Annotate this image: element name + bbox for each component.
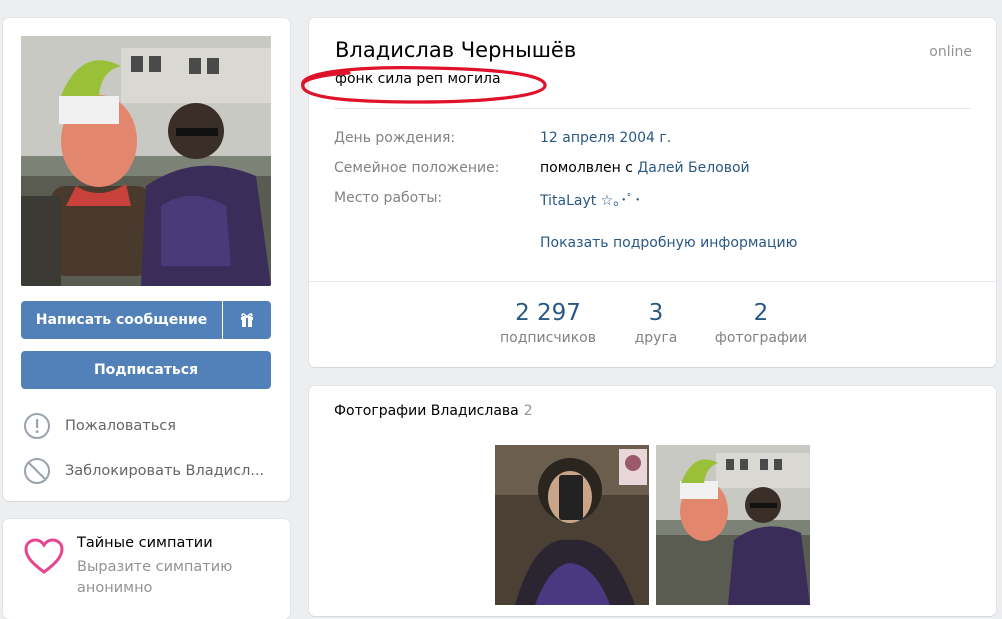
avatar-image: [21, 36, 271, 286]
profile-info-card: Владислав Чернышёв online фонк сила реп …: [301, 18, 996, 367]
counter-photos[interactable]: 2 фотографии: [713, 298, 809, 348]
family-status-text: помолвлен с Далей Беловой: [540, 160, 750, 182]
info-row-work: Место работы: TitaLayt ☆｡･ﾟ･: [334, 190, 641, 212]
photos-count: 2: [523, 403, 533, 419]
photo-image: [656, 445, 810, 605]
photos-card: Фотографии Владислава 2: [309, 386, 996, 616]
secret-sympathy-card[interactable]: Тайные симпатии Выразите симпатию аноним…: [3, 519, 290, 619]
divider: [334, 108, 971, 109]
counter-value: 2 297: [515, 300, 581, 326]
divider: [309, 281, 996, 282]
workplace-link[interactable]: TitaLayt ☆｡･ﾟ･: [540, 190, 641, 212]
photo-image: [495, 445, 649, 605]
counter-followers[interactable]: 2 297 подписчиков: [497, 298, 599, 348]
counter-value: 3: [648, 300, 664, 326]
block-label: Заблокировать Владисл...: [65, 463, 265, 479]
counter-friends[interactable]: 3 друга: [627, 298, 685, 348]
subscribe-button[interactable]: Подписаться: [21, 351, 271, 389]
show-more-info-link[interactable]: Показать подробную информацию: [540, 235, 797, 251]
sympathy-title: Тайные симпатии: [77, 535, 213, 551]
block-action[interactable]: Заблокировать Владисл...: [23, 456, 264, 486]
block-icon: [24, 458, 50, 484]
counter-label: друга: [634, 330, 678, 346]
birthday-link[interactable]: 12 апреля 2004 г.: [540, 130, 671, 152]
family-status-prefix: помолвлен с: [540, 160, 638, 176]
photo-thumbnail[interactable]: [656, 445, 810, 605]
partner-link[interactable]: Далей Беловой: [637, 160, 749, 176]
send-gift-button[interactable]: [223, 301, 271, 339]
profile-avatar[interactable]: [21, 36, 271, 286]
info-label: День рождения:: [334, 130, 456, 146]
photo-thumbnail[interactable]: [495, 445, 649, 605]
online-status: online: [929, 44, 972, 60]
counter-label: подписчиков: [500, 330, 596, 346]
profile-sidebar-card: Написать сообщение Подписаться Пожаловат…: [3, 18, 290, 501]
gift-icon: [241, 313, 253, 327]
info-label: Место работы:: [334, 190, 443, 206]
photos-header[interactable]: Фотографии Владислава 2: [334, 403, 533, 419]
info-row-birthday: День рождения: 12 апреля 2004 г.: [334, 130, 671, 152]
heart-icon: [24, 538, 64, 574]
report-label: Пожаловаться: [65, 418, 176, 434]
photos-title: Фотографии Владислава: [334, 403, 519, 419]
exclamation-circle-icon: [24, 413, 50, 439]
counter-value: 2: [753, 300, 769, 326]
report-action[interactable]: Пожаловаться: [23, 411, 176, 441]
info-label: Семейное положение:: [334, 160, 500, 176]
counter-label: фотографии: [714, 330, 808, 346]
send-message-button[interactable]: Написать сообщение: [21, 301, 222, 339]
profile-status-text: фонк сила реп могила: [335, 71, 501, 87]
profile-name: Владислав Чернышёв: [335, 38, 577, 62]
info-row-family: Семейное положение: помолвлен с Далей Бе…: [334, 160, 750, 182]
